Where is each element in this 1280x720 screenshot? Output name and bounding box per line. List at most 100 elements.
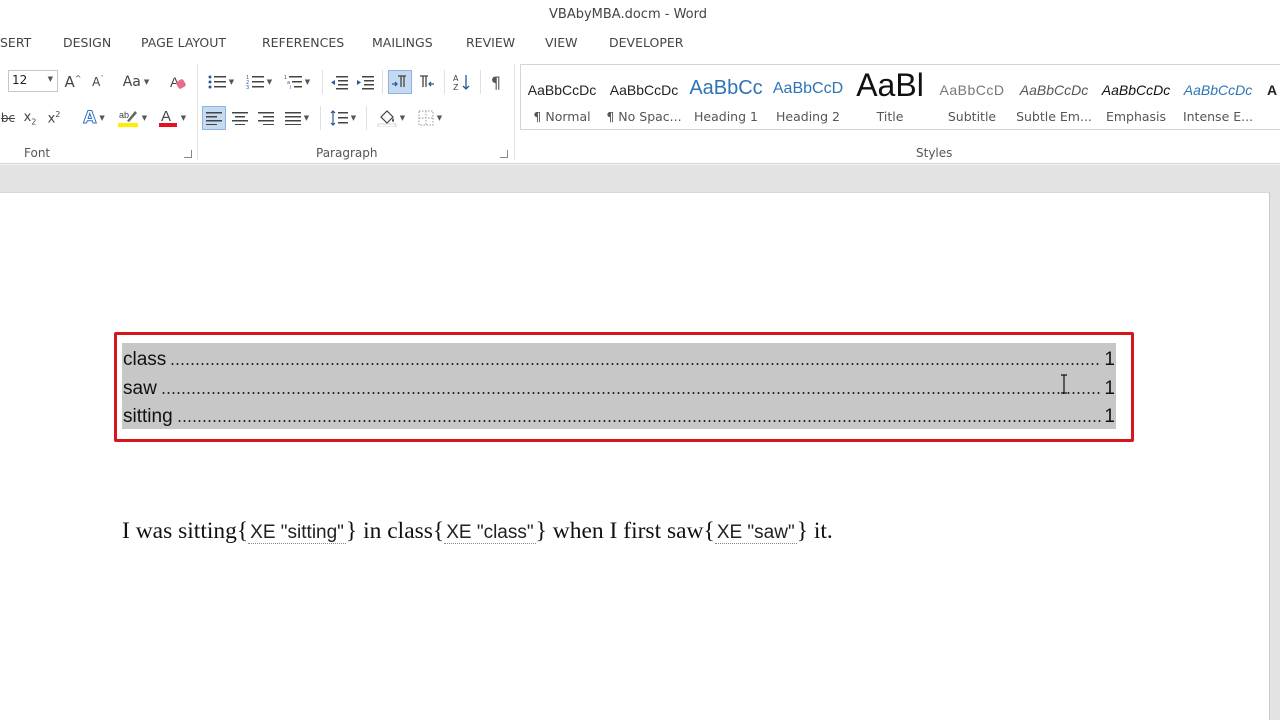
multilevel-list-icon: 1 a i <box>284 75 302 90</box>
subscript-button[interactable]: x2 <box>20 106 40 130</box>
decrease-indent-button[interactable] <box>328 70 350 94</box>
numbering-button[interactable]: 1 2 3 ▼ <box>242 70 276 94</box>
style-sample: AaBbCcDc <box>1183 82 1253 98</box>
sort-button[interactable]: AZ <box>450 70 474 94</box>
style-sample: AaBbCcDc <box>609 82 679 98</box>
line-spacing-button[interactable]: ▼ <box>326 106 360 130</box>
borders-icon <box>418 110 434 126</box>
chevron-down-icon: ▼ <box>99 114 105 122</box>
svg-text:i: i <box>290 85 291 90</box>
left-to-right-button[interactable] <box>388 70 412 94</box>
tab-mailings[interactable]: MAILINGS <box>372 35 433 50</box>
style-strong[interactable]: A <box>1259 65 1280 129</box>
style-intense-emphasis[interactable]: AaBbCcDc Intense E... <box>1177 65 1259 129</box>
font-size-select[interactable]: 12 ▼ <box>8 70 58 92</box>
tab-developer[interactable]: DEVELOPER <box>609 35 683 50</box>
field-brace-close: } <box>796 518 808 544</box>
style-heading-1[interactable]: AaBbCc Heading 1 <box>685 65 767 129</box>
divider <box>382 70 383 94</box>
clear-formatting-button[interactable]: A <box>166 70 190 94</box>
text-effects-icon: A <box>83 108 97 129</box>
superscript-button[interactable]: x2 <box>44 106 64 130</box>
borders-button[interactable]: ▼ <box>412 106 448 130</box>
font-dialog-launcher-icon[interactable] <box>184 150 192 158</box>
text-cursor-icon <box>1060 374 1068 394</box>
tab-insert[interactable]: SERT <box>0 35 31 50</box>
xe-field-code[interactable]: XE "class" <box>444 522 536 544</box>
shading-button[interactable]: ▼ <box>372 106 410 130</box>
paragraph-text: when I first saw <box>546 518 704 544</box>
increase-indent-button[interactable] <box>354 70 376 94</box>
align-right-icon <box>258 112 274 125</box>
multilevel-list-button[interactable]: 1 a i ▼ <box>280 70 314 94</box>
style-emphasis[interactable]: AaBbCcDc Emphasis <box>1095 65 1177 129</box>
style-sample: A <box>1267 82 1278 98</box>
svg-text:3: 3 <box>246 85 249 90</box>
tab-references[interactable]: REFERENCES <box>262 35 344 50</box>
superscript-icon: x2 <box>47 109 61 127</box>
justify-button[interactable]: ▼ <box>280 106 314 130</box>
title-bar: VBAbyMBA.docm - Word <box>0 0 1280 30</box>
style-normal[interactable]: AaBbCcDc ¶ Normal <box>521 65 603 129</box>
style-title[interactable]: AaBl Title <box>849 65 931 129</box>
highlight-color-button[interactable]: ab ▼ <box>114 106 150 130</box>
style-name: Title <box>876 109 904 124</box>
svg-text:A: A <box>453 74 459 83</box>
style-sample: AaBbCcD <box>939 82 1005 98</box>
show-hide-marks-button[interactable]: ¶ <box>486 70 506 94</box>
xe-field-code[interactable]: XE "sitting" <box>248 522 346 544</box>
font-size-value: 12 <box>12 73 28 87</box>
tab-page-layout[interactable]: PAGE LAYOUT <box>141 35 226 50</box>
paragraph-dialog-launcher-icon[interactable] <box>500 150 508 158</box>
style-no-spacing[interactable]: AaBbCcDc ¶ No Spac... <box>603 65 685 129</box>
group-divider <box>514 64 515 160</box>
align-left-button[interactable] <box>202 106 226 130</box>
divider <box>444 70 445 94</box>
style-sample: AaBbCcDc <box>527 82 597 98</box>
align-center-icon <box>232 112 248 125</box>
xe-field-code[interactable]: XE "saw" <box>714 522 797 544</box>
bullets-button[interactable]: ▼ <box>204 70 238 94</box>
change-case-button[interactable]: Aa ▼ <box>118 70 154 94</box>
grow-font-button[interactable]: A^ <box>62 70 84 94</box>
shrink-font-button[interactable]: Aˇ <box>88 70 108 94</box>
align-center-button[interactable] <box>228 106 252 130</box>
paragraph-text: it. <box>808 518 833 544</box>
style-name: Heading 1 <box>694 109 758 124</box>
text-effects-button[interactable]: A ▼ <box>78 106 110 130</box>
numbering-icon: 1 2 3 <box>246 75 264 90</box>
font-color-button[interactable]: A ▼ <box>154 106 190 130</box>
field-brace-open: { <box>703 518 715 544</box>
field-brace-close: } <box>345 518 358 544</box>
field-brace-close: } <box>535 518 547 544</box>
change-case-label: Aa <box>122 74 141 90</box>
svg-text:ab: ab <box>119 110 129 120</box>
style-sample: AaBbCc <box>689 77 763 99</box>
justify-icon <box>284 112 301 125</box>
strikethrough-button[interactable]: bc <box>0 106 16 130</box>
right-to-left-button[interactable] <box>414 70 438 94</box>
style-name: Intense E... <box>1182 109 1254 124</box>
style-subtle-emphasis[interactable]: AaBbCcDc Subtle Em... <box>1013 65 1095 129</box>
style-sample: AaBbCcDc <box>1101 82 1171 98</box>
style-heading-2[interactable]: AaBbCcD Heading 2 <box>767 65 849 129</box>
body-paragraph[interactable]: I was sitting{XE "sitting"} in class{XE … <box>122 518 833 545</box>
decrease-indent-icon <box>331 76 348 90</box>
bullets-icon <box>208 75 226 89</box>
chevron-down-icon: ▼ <box>436 114 443 122</box>
svg-text:Z: Z <box>453 83 459 91</box>
style-sample: AaBbCcDc <box>1019 82 1089 98</box>
chevron-down-icon: ▼ <box>228 78 235 86</box>
style-subtitle[interactable]: AaBbCcD Subtitle <box>931 65 1013 129</box>
tab-view[interactable]: VIEW <box>545 35 578 50</box>
chevron-down-icon: ▼ <box>180 114 187 122</box>
align-left-icon <box>206 112 222 125</box>
style-sample: AaBl <box>856 67 924 103</box>
align-right-button[interactable] <box>254 106 278 130</box>
tab-review[interactable]: REVIEW <box>466 35 515 50</box>
svg-text:A: A <box>161 108 171 125</box>
chevron-down-icon: ▼ <box>266 78 273 86</box>
document-page[interactable] <box>0 192 1270 720</box>
tab-design[interactable]: DESIGN <box>63 35 111 50</box>
annotation-highlight-box <box>114 332 1134 442</box>
